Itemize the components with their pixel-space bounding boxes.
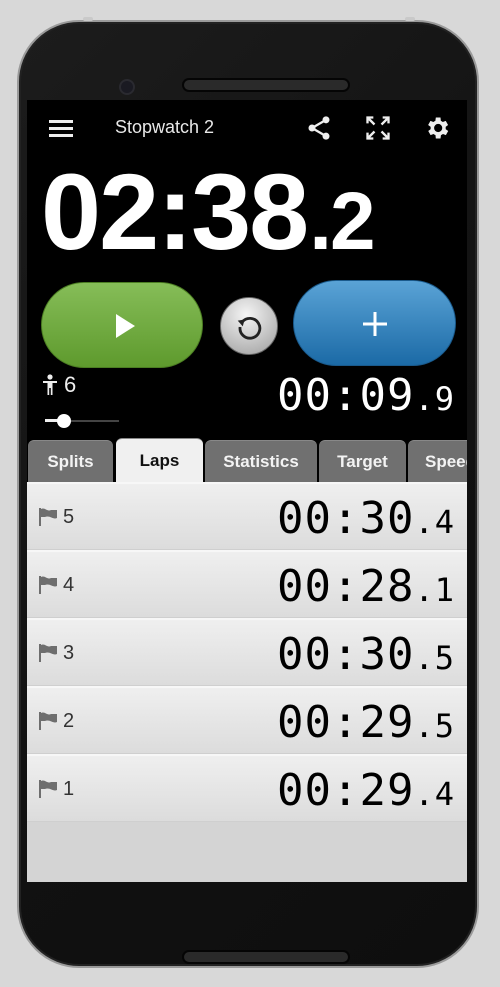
current-lap-timer: 00:09.9 <box>277 370 455 421</box>
lap-time-value: 00:30 <box>277 493 415 544</box>
flag-icon <box>39 508 57 526</box>
runners-indicator: 6 <box>42 372 76 398</box>
main-timer-tenth: .2 <box>309 176 375 267</box>
lap-time: 00:30.4 <box>277 493 455 544</box>
lap-time-value: 00:29 <box>277 765 415 816</box>
plus-icon <box>363 312 387 336</box>
lap-timer-tenth: .9 <box>414 380 455 418</box>
lap-time-value: 00:29 <box>277 697 415 748</box>
front-camera <box>119 79 135 95</box>
tab-target[interactable]: Target <box>319 440 406 482</box>
lap-row[interactable]: 4 00:28.1 <box>27 550 467 618</box>
fullscreen-icon[interactable] <box>364 114 392 142</box>
lap-time-tenth: .5 <box>414 639 455 677</box>
laps-list: 5 00:30.4 4 00:28.1 3 00:30.5 2 00:29.5 … <box>27 482 467 882</box>
share-icon[interactable] <box>305 114 333 142</box>
lap-time-value: 00:28 <box>277 561 415 612</box>
start-button[interactable] <box>41 282 203 368</box>
tab-speed[interactable]: Speed <box>408 440 467 482</box>
reset-icon <box>237 317 262 340</box>
top-speaker <box>182 78 350 92</box>
app-title: Stopwatch 2 <box>115 117 215 137</box>
lap-button[interactable] <box>293 280 456 366</box>
lap-time-tenth: .5 <box>414 707 455 745</box>
flag-icon <box>39 576 57 594</box>
lap-row[interactable]: 2 00:29.5 <box>27 686 467 754</box>
lap-time-tenth: .1 <box>414 571 455 609</box>
lap-row[interactable]: 3 00:30.5 <box>27 618 467 686</box>
lap-row[interactable]: 5 00:30.4 <box>27 482 467 550</box>
main-timer-display: 02:38.2 <box>41 142 376 292</box>
tab-laps[interactable]: Laps <box>116 438 203 482</box>
phone-top-button <box>405 17 415 21</box>
lap-time-tenth: .4 <box>414 775 455 813</box>
tab-statistics[interactable]: Statistics <box>205 440 317 482</box>
flag-icon <box>39 780 57 798</box>
lap-number: 5 <box>63 506 75 528</box>
phone-top-button <box>83 17 93 21</box>
play-icon <box>116 314 135 338</box>
lap-time-tenth: .4 <box>414 503 455 541</box>
hamburger-menu-icon[interactable] <box>49 120 73 138</box>
lap-number: 2 <box>63 710 75 732</box>
lap-row[interactable]: 1 00:29.4 <box>27 754 467 822</box>
bottom-speaker <box>182 950 350 964</box>
lap-time-value: 00:30 <box>277 629 415 680</box>
person-icon <box>43 374 57 395</box>
tab-splits[interactable]: Splits <box>28 440 113 482</box>
app-screen: Stopwatch 2 02:38.2 6 00:09.9 Splits Lap… <box>27 100 467 882</box>
lap-number: 1 <box>63 778 75 800</box>
reset-button[interactable] <box>220 297 278 355</box>
gear-icon[interactable] <box>423 114 451 142</box>
lap-number: 3 <box>63 642 75 664</box>
lap-time: 00:29.4 <box>277 765 455 816</box>
lap-time: 00:30.5 <box>277 629 455 680</box>
lap-time: 00:28.1 <box>277 561 455 612</box>
flag-icon <box>39 712 57 730</box>
lap-timer-value: 00:09 <box>277 370 415 421</box>
slider-thumb[interactable] <box>56 414 71 428</box>
main-timer-value: 02:38 <box>41 151 309 272</box>
lap-time: 00:29.5 <box>277 697 455 748</box>
runners-slider[interactable] <box>45 413 119 429</box>
lap-number: 4 <box>63 574 75 596</box>
tab-bar: Splits Laps Statistics Target Speed <box>27 438 467 482</box>
runner-count: 6 <box>64 372 77 397</box>
flag-icon <box>39 644 57 662</box>
